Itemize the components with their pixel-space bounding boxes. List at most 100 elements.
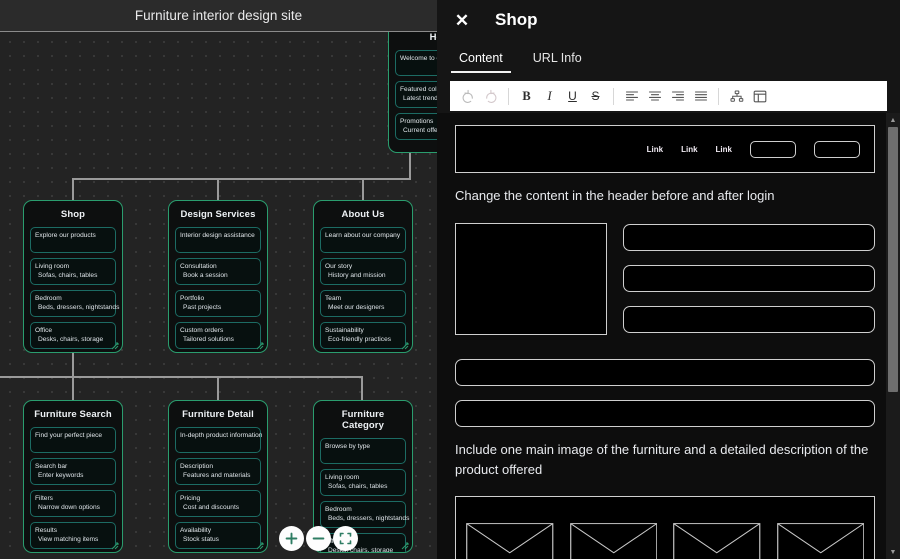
node-item[interactable]: Results View matching items: [30, 522, 116, 549]
tab-content[interactable]: Content: [451, 51, 511, 73]
node-item[interactable]: In-depth product information: [175, 427, 262, 453]
wireframe-header-block[interactable]: Link Link Link: [455, 125, 875, 173]
tab-url-info[interactable]: URL Info: [525, 51, 590, 73]
node-item[interactable]: Living room Sofas, chairs, tables: [30, 258, 116, 285]
wireframe-link[interactable]: Link: [716, 145, 732, 154]
bold-icon[interactable]: B: [515, 84, 538, 108]
close-icon[interactable]: ✕: [451, 9, 473, 31]
node-item[interactable]: Our story History and mission: [320, 258, 406, 285]
node-item[interactable]: Custom orders Tailored solutions: [175, 322, 261, 349]
resize-handle-icon[interactable]: [111, 342, 119, 350]
node-item-line2: Desks, chairs, storage: [38, 336, 104, 343]
resize-handle-icon[interactable]: [401, 542, 409, 550]
node-item[interactable]: Find your perfect piece: [30, 427, 116, 453]
sitemap-node-furniture-detail[interactable]: Furniture Detail In-depth product inform…: [168, 400, 268, 553]
wireframe-image-placeholder[interactable]: [455, 223, 607, 335]
editor-scrollbar[interactable]: ▲ ▼: [886, 113, 900, 559]
scrollbar-thumb[interactable]: [888, 127, 898, 392]
node-item[interactable]: Consultation Book a session: [175, 258, 261, 285]
node-item-line1: Learn about our company: [325, 232, 401, 239]
zoom-out-button[interactable]: [306, 526, 331, 551]
node-item[interactable]: Explore our products: [30, 227, 116, 253]
connector-to-furniture-detail: [217, 376, 219, 400]
sitemap-node-about-us[interactable]: About Us Learn about our company Our sto…: [313, 200, 413, 353]
node-item[interactable]: Bedroom Beds, dressers, nightstands: [320, 501, 409, 528]
undo-icon[interactable]: [456, 84, 479, 108]
resize-handle-icon[interactable]: [111, 542, 119, 550]
wireframe-header-button[interactable]: [750, 140, 796, 158]
node-item[interactable]: Welcome to our site: [395, 50, 437, 76]
sitemap-icon[interactable]: [725, 84, 748, 108]
node-item[interactable]: Filters Narrow down options: [30, 490, 116, 517]
sitemap-canvas[interactable]: Furniture interior design site Home Welc…: [0, 0, 437, 559]
connector-home-down: [409, 152, 411, 180]
node-item[interactable]: Sustainability Eco-friendly practices: [320, 322, 406, 349]
wireframe-bar[interactable]: [455, 359, 875, 386]
toolbar-divider: [718, 87, 719, 105]
node-title: Design Services: [180, 209, 256, 220]
resize-handle-icon[interactable]: [256, 342, 264, 350]
wireframe-bar[interactable]: [623, 224, 875, 251]
node-item-line2: Enter keywords: [38, 472, 84, 479]
node-item[interactable]: Portfolio Past projects: [175, 290, 261, 317]
node-item[interactable]: Office Desks, chairs, storage: [30, 322, 116, 349]
align-center-icon[interactable]: [643, 84, 666, 108]
layout-icon[interactable]: [748, 84, 771, 108]
node-item-line2: Latest trends: [403, 95, 437, 102]
node-item-line1: Search bar: [35, 463, 68, 470]
strikethrough-icon[interactable]: S: [584, 84, 607, 108]
resize-handle-icon[interactable]: [401, 342, 409, 350]
wireframe-bar[interactable]: [623, 306, 875, 333]
canvas-grid[interactable]: Home Welcome to our site Featured collec…: [0, 23, 437, 559]
wireframe-link[interactable]: Link: [647, 145, 663, 154]
node-item-line2: Narrow down options: [38, 504, 100, 511]
node-item-line1: Find your perfect piece: [35, 432, 103, 439]
node-item[interactable]: Team Meet our designers: [320, 290, 406, 317]
align-right-icon[interactable]: [666, 84, 689, 108]
node-item-line2: Stock status: [183, 536, 219, 543]
wireframe-image-placeholder[interactable]: [673, 523, 761, 559]
zoom-in-button[interactable]: [279, 526, 304, 551]
node-item[interactable]: Search bar Enter keywords: [30, 458, 116, 485]
editor-body[interactable]: Link Link Link Change the content in the…: [437, 113, 900, 559]
node-item[interactable]: Pricing Cost and discounts: [175, 490, 261, 517]
node-item-line1: Description: [180, 463, 213, 470]
panel-header: ✕ Shop: [437, 0, 900, 40]
align-left-icon[interactable]: [620, 84, 643, 108]
node-item-line2: View matching items: [38, 536, 99, 543]
node-item[interactable]: Browse by type: [320, 438, 406, 464]
italic-icon[interactable]: I: [538, 84, 561, 108]
node-item-line2: History and mission: [328, 272, 386, 279]
wireframe-link[interactable]: Link: [681, 145, 697, 154]
node-item-line1: Promotions: [400, 118, 434, 125]
sitemap-node-furniture-search[interactable]: Furniture Search Find your perfect piece…: [23, 400, 123, 553]
node-item[interactable]: Bedroom Beds, dressers, nightstands: [30, 290, 120, 317]
scroll-down-arrow-icon[interactable]: ▼: [886, 545, 900, 559]
sitemap-node-design-services[interactable]: Design Services Interior design assistan…: [168, 200, 268, 353]
node-item[interactable]: Living room Sofas, chairs, tables: [320, 469, 406, 496]
node-item[interactable]: Interior design assistance: [175, 227, 261, 253]
connector-to-furniture-category: [361, 376, 363, 400]
resize-handle-icon[interactable]: [256, 542, 264, 550]
wireframe-image-placeholder[interactable]: [776, 523, 865, 559]
node-item[interactable]: Promotions Current offers: [395, 113, 437, 140]
sitemap-node-home[interactable]: Home Welcome to our site Featured collec…: [388, 23, 437, 153]
node-item[interactable]: Featured collections Latest trends: [395, 81, 437, 108]
node-item[interactable]: Availability Stock status: [175, 522, 261, 549]
wireframe-gallery-block[interactable]: [455, 496, 875, 559]
scroll-up-arrow-icon[interactable]: ▲: [886, 113, 900, 127]
wireframe-bar[interactable]: [455, 400, 875, 427]
node-item-line2: Beds, dressers, nightstands: [38, 304, 120, 311]
underline-icon[interactable]: U: [561, 84, 584, 108]
fit-to-screen-button[interactable]: [333, 526, 358, 551]
node-item[interactable]: Description Features and materials: [175, 458, 261, 485]
node-item-line1: Office: [35, 327, 53, 334]
wireframe-bar[interactable]: [623, 265, 875, 292]
wireframe-image-placeholder[interactable]: [569, 523, 658, 559]
node-item[interactable]: Learn about our company: [320, 227, 406, 253]
sitemap-node-shop[interactable]: Shop Explore our products Living room So…: [23, 200, 123, 353]
align-justify-icon[interactable]: [689, 84, 712, 108]
redo-icon[interactable]: [479, 84, 502, 108]
wireframe-header-button[interactable]: [814, 140, 860, 158]
wireframe-image-placeholder[interactable]: [466, 523, 554, 559]
